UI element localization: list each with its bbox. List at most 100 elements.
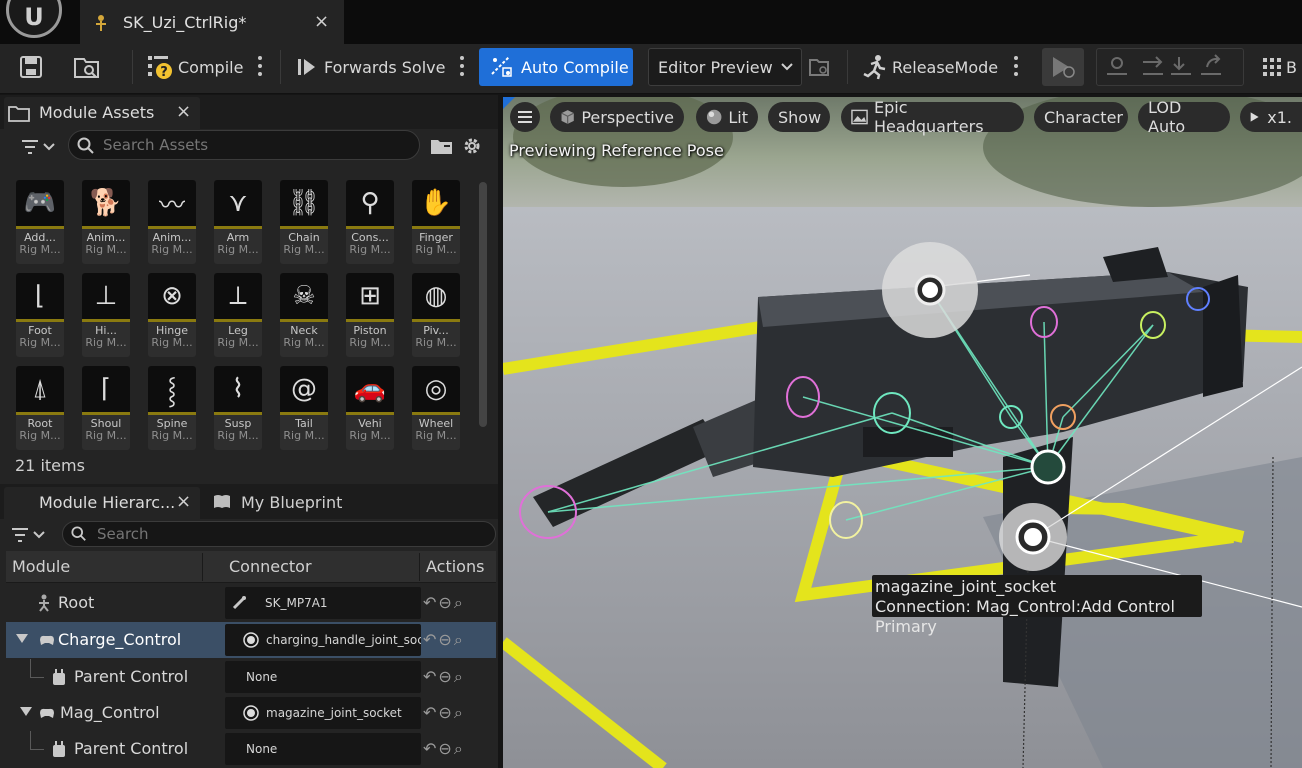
asset-tile[interactable]: ⌇ Susp Rig M... (214, 366, 262, 450)
auto-compile-toggle[interactable]: Auto Compile (479, 48, 633, 86)
hierarchy-row-mag-control[interactable]: Mag_Control magazine_joint_socket ↶⊖⌕ (6, 695, 496, 731)
row-actions[interactable]: ↶⊖⌕ (423, 703, 465, 723)
show-flags-button[interactable]: Show (768, 102, 830, 132)
close-tab-icon[interactable]: × (176, 101, 191, 122)
asset-type-bar (82, 226, 130, 229)
row-actions[interactable]: ↶⊖⌕ (423, 593, 465, 613)
asset-tile[interactable]: ⌊ Foot Rig M... (16, 273, 64, 357)
hierarchy-row-charge-control[interactable]: Charge_Control charging_handle_joint_soc… (6, 622, 496, 658)
browse-button[interactable] (72, 48, 104, 86)
lit-mode-button[interactable]: Lit (696, 102, 758, 132)
overflow-toolbar-button[interactable]: B (1262, 48, 1302, 86)
viewport[interactable] (503, 97, 1302, 768)
asset-tile[interactable]: 🎮 Add... Rig M... (16, 180, 64, 264)
asset-item-count: 21 items (15, 456, 85, 475)
asset-tile[interactable]: ✋ Finger Rig M... (412, 180, 460, 264)
asset-tile[interactable]: ◍ Piv... Rig M... (412, 273, 460, 357)
asset-tile[interactable]: ⍋ Root Rig M... (16, 366, 64, 450)
filter-icon[interactable] (10, 525, 50, 545)
column-divider[interactable] (419, 553, 420, 581)
folder-add-icon[interactable] (430, 136, 454, 156)
asset-scrollbar[interactable] (479, 182, 487, 427)
asset-tile[interactable]: 🚗 Vehi Rig M... (346, 366, 394, 450)
row-actions[interactable]: ↶⊖⌕ (423, 739, 465, 759)
gamepad-icon (40, 708, 54, 718)
forwards-solve-button[interactable]: Forwards Solve (296, 48, 446, 86)
connector-value: charging_handle_joint_socket (266, 633, 421, 647)
hamburger-menu-icon (518, 111, 532, 123)
constraint-icon: ⚲ (346, 180, 394, 226)
chevron-down-icon (781, 63, 793, 71)
row-actions[interactable]: ↶⊖⌕ (423, 630, 465, 650)
connector-field[interactable]: SK_MP7A1 (225, 587, 421, 619)
compile-button[interactable]: ? Compile (146, 48, 246, 86)
control-rig-icon (96, 15, 106, 31)
playback-speed-button[interactable]: x1. (1240, 102, 1302, 132)
expand-arrow-icon[interactable] (20, 707, 32, 717)
hierarchy-search-field[interactable] (62, 521, 496, 547)
hierarchy-row-parent-control[interactable]: Parent Control None ↶⊖⌕ (6, 659, 496, 695)
connector-field[interactable]: None (225, 733, 421, 765)
asset-tile[interactable]: 〰 Anim... Rig M... (148, 180, 196, 264)
asset-tile[interactable]: ◎ Wheel Rig M... (412, 366, 460, 450)
asset-type: Rig M... (85, 429, 127, 442)
character-button[interactable]: Character (1034, 102, 1128, 132)
close-tab-icon[interactable]: × (176, 491, 191, 512)
asset-tile[interactable]: @ Tail Rig M... (280, 366, 328, 450)
asset-tile[interactable]: ⸾ Spine Rig M... (148, 366, 196, 450)
connector-field[interactable]: magazine_joint_socket (225, 697, 421, 729)
solve-options-icon[interactable] (460, 56, 464, 76)
asset-search-input[interactable] (101, 134, 401, 156)
asset-tile[interactable]: ⛓ Chain Rig M... (280, 180, 328, 264)
asset-tile[interactable]: ☠ Neck Rig M... (280, 273, 328, 357)
column-connector[interactable]: Connector (229, 557, 312, 576)
tab-module-hierarchy[interactable]: Module Hierarc... × (4, 487, 200, 519)
viewport-menu-button[interactable] (510, 102, 540, 132)
asset-type-bar (82, 412, 130, 415)
document-tab[interactable]: SK_Uzi_CtrlRig* × (80, 0, 344, 44)
hierarchy-row-root[interactable]: Root SK_MP7A1 ↶⊖⌕ (6, 585, 496, 621)
column-divider[interactable] (202, 553, 203, 581)
asset-type: Rig M... (217, 243, 259, 256)
asset-tile[interactable]: 🐕 Anim... Rig M... (82, 180, 130, 264)
asset-type: Rig M... (217, 429, 259, 442)
asset-tile[interactable]: ⋎ Arm Rig M... (214, 180, 262, 264)
tooltip-detail: Connection: Mag_Control:Add Control Prim… (875, 597, 1175, 636)
settings-gear-icon[interactable] (461, 135, 483, 157)
connector-field[interactable]: charging_handle_joint_socket (225, 624, 421, 656)
row-actions[interactable]: ↶⊖⌕ (423, 667, 465, 687)
expand-arrow-icon[interactable] (16, 634, 28, 644)
asset-tile[interactable]: ⊞ Piston Rig M... (346, 273, 394, 357)
control-gizmo[interactable] (1030, 449, 1066, 485)
asset-search-field[interactable] (68, 130, 420, 160)
control-gizmo[interactable] (922, 282, 938, 298)
simulate-button[interactable] (1042, 48, 1084, 86)
release-mode-button[interactable]: ReleaseMode (862, 48, 1002, 86)
asset-tile[interactable]: ⚲ Cons... Rig M... (346, 180, 394, 264)
connector-field[interactable]: None (225, 661, 421, 693)
hierarchy-row-parent-control[interactable]: Parent Control None ↶⊖⌕ (6, 731, 496, 767)
perspective-button[interactable]: Perspective (550, 102, 684, 132)
control-gizmo[interactable] (1024, 528, 1042, 546)
wheel-icon: ◎ (412, 366, 460, 412)
lod-button[interactable]: LOD Auto (1138, 98, 1230, 136)
column-module[interactable]: Module (12, 557, 70, 576)
close-tab-icon[interactable]: × (314, 11, 329, 32)
asset-tile[interactable]: ⌈ Shoul Rig M... (82, 366, 130, 450)
asset-tile[interactable]: ⟂ Leg Rig M... (214, 273, 262, 357)
asset-tile[interactable]: ⊥ Hi... Rig M... (82, 273, 130, 357)
root-icon: ⍋ (16, 366, 64, 412)
save-button[interactable] (18, 48, 48, 86)
filter-icon[interactable] (20, 137, 60, 157)
tab-my-blueprint[interactable]: My Blueprint (203, 487, 353, 519)
environment-button[interactable]: Epic Headquarters (841, 98, 1024, 136)
tab-module-assets[interactable]: Module Assets × (4, 97, 200, 129)
preview-folder-button[interactable] (808, 48, 834, 86)
asset-type-bar (16, 412, 64, 415)
compile-options-icon[interactable] (258, 56, 262, 76)
folder-icon (8, 106, 30, 122)
asset-tile[interactable]: ⊗ Hinge Rig M... (148, 273, 196, 357)
editor-preview-dropdown[interactable]: Editor Preview (648, 48, 802, 86)
release-options-icon[interactable] (1014, 56, 1018, 76)
hierarchy-search-input[interactable] (95, 524, 475, 544)
